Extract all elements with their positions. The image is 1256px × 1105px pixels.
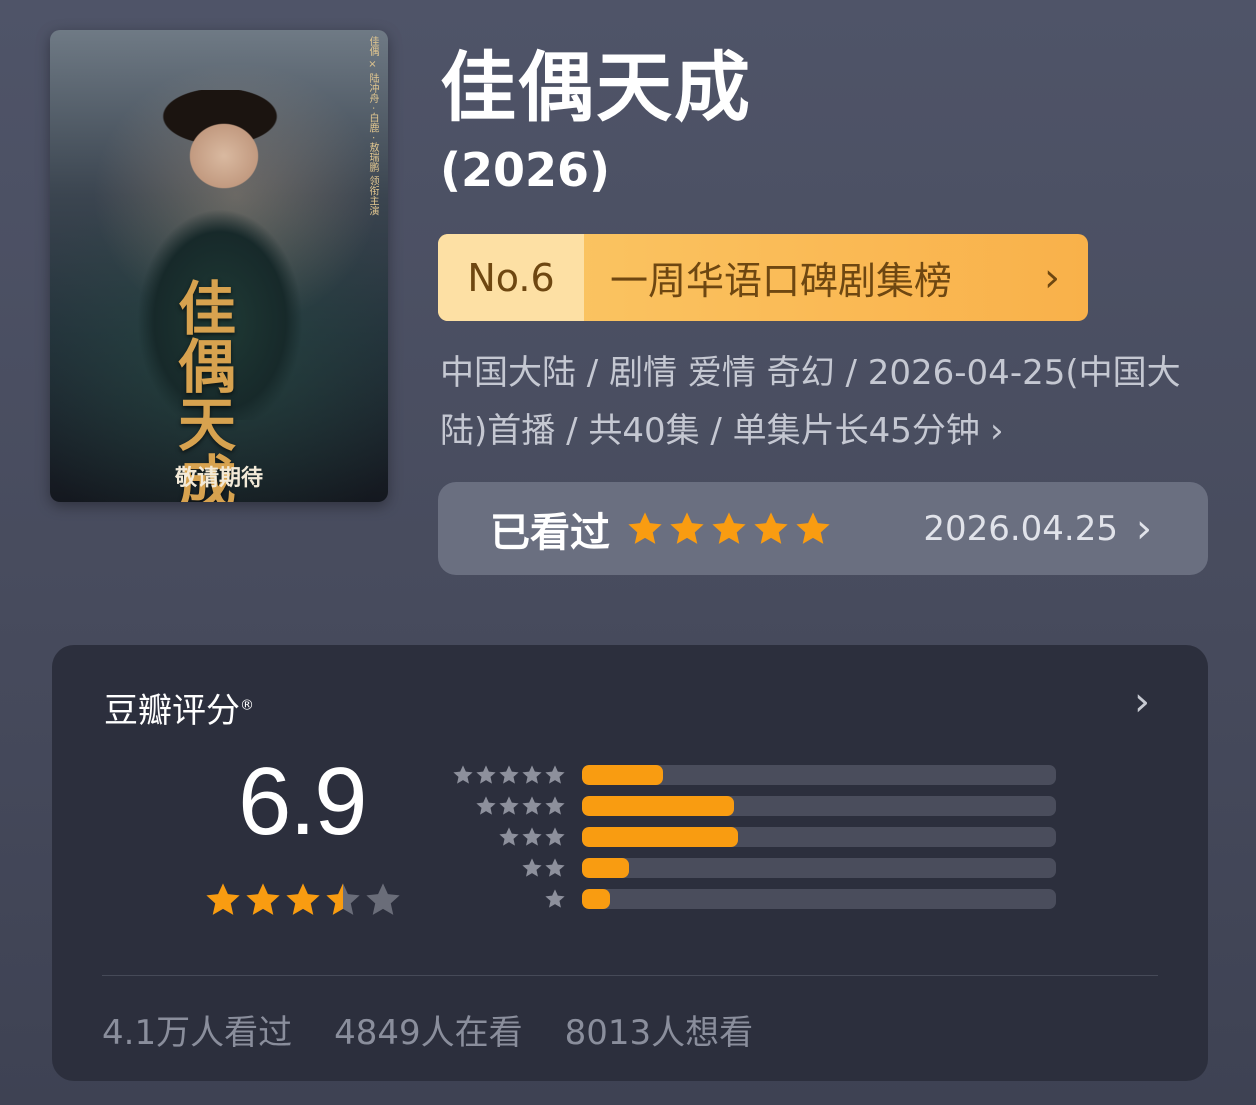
distribution-track — [582, 795, 1056, 816]
chevron-right-icon[interactable]: › — [1134, 679, 1150, 725]
distribution-stars — [446, 888, 566, 910]
user-rating-stars — [626, 510, 832, 548]
distribution-track — [582, 764, 1056, 785]
star-icon — [522, 857, 542, 877]
rating-heading-text: 豆瓣评分 — [104, 691, 240, 731]
rating-heading: 豆瓣评分® — [104, 683, 254, 732]
star-icon — [476, 764, 496, 784]
distribution-bar — [582, 795, 734, 816]
star-icon — [670, 511, 704, 544]
chevron-right-icon: › — [1044, 254, 1060, 301]
poster-slogan: 敬请期待 — [174, 466, 263, 491]
rank-number: No.6 — [438, 234, 584, 321]
distribution-row — [446, 821, 1056, 852]
star-icon — [499, 764, 519, 784]
rating-score: 6.9 — [238, 748, 367, 855]
release-year: (2026) — [440, 143, 611, 197]
distribution-track — [582, 826, 1056, 847]
star-icon — [246, 883, 280, 915]
rank-list-name: 一周华语口碑剧集榜 — [610, 259, 953, 303]
distribution-stars — [446, 826, 566, 848]
distribution-bar — [582, 857, 630, 878]
distribution-stars — [446, 764, 566, 786]
distribution-bar — [582, 888, 611, 909]
distribution-track — [582, 857, 1056, 878]
audience-stats: 4.1万人看过 4849人在看 8013人想看 — [102, 1005, 753, 1054]
stat-item[interactable]: 8013人想看 — [565, 1005, 754, 1054]
star-icon — [628, 511, 662, 544]
page-title: 佳偶天成 — [440, 43, 752, 132]
distribution-row — [446, 852, 1056, 883]
ranking-badge[interactable]: No.6 一周华语口碑剧集榜 › — [438, 234, 1088, 321]
poster-image[interactable]: 佳偶 × 陆冲舟 · 白鹿 · 敖瑞鹏 领衔主演 佳偶天成 敬请期待 — [50, 30, 388, 502]
star-icon — [545, 764, 565, 784]
star-icon — [522, 795, 542, 815]
star-icon — [366, 883, 400, 915]
star-icon — [545, 795, 565, 815]
star-icon — [522, 764, 542, 784]
star-icon — [545, 888, 565, 908]
watched-date: 2026.04.25 — [923, 508, 1118, 549]
star-icon — [326, 883, 360, 915]
poster-side-text: 佳偶 × 陆冲舟 · 白鹿 · 敖瑞鹏 领衔主演 — [367, 36, 378, 216]
distribution-stars — [446, 795, 566, 817]
star-icon — [545, 826, 565, 846]
chevron-right-icon: › — [1136, 505, 1152, 552]
star-icon — [499, 826, 519, 846]
stat-item[interactable]: 4849人在看 — [334, 1005, 523, 1054]
registered-mark: ® — [240, 697, 254, 714]
distribution-stars — [446, 857, 566, 879]
meta-text: 中国大陆 / 剧情 爱情 奇幻 / 2026-04-25(中国大陆)首播 / 共… — [440, 353, 1181, 451]
star-icon — [453, 764, 473, 784]
rating-distribution — [446, 759, 1056, 914]
douban-rating-card[interactable]: 豆瓣评分® › 6.9 4.1万人看过 4849人在看 8013人想看 — [52, 645, 1208, 1081]
star-icon — [499, 795, 519, 815]
star-icon — [754, 511, 788, 544]
distribution-bar — [582, 826, 739, 847]
meta-info[interactable]: 中国大陆 / 剧情 爱情 奇幻 / 2026-04-25(中国大陆)首播 / 共… — [440, 344, 1200, 460]
star-icon — [522, 826, 542, 846]
distribution-row — [446, 790, 1056, 821]
divider — [102, 975, 1158, 976]
distribution-row — [446, 883, 1056, 914]
star-icon — [206, 883, 240, 915]
chevron-right-icon: › — [989, 411, 1004, 451]
star-icon — [796, 511, 830, 544]
rating-score-stars — [204, 881, 402, 919]
distribution-track — [582, 888, 1056, 909]
star-icon — [712, 511, 746, 544]
star-icon — [286, 883, 320, 915]
star-icon — [545, 857, 565, 877]
distribution-bar — [582, 764, 663, 785]
watched-status-bar[interactable]: 已看过 2026.04.25 › — [438, 482, 1208, 575]
watched-label: 已看过 — [490, 509, 610, 556]
distribution-row — [446, 759, 1056, 790]
star-icon — [476, 795, 496, 815]
stat-item[interactable]: 4.1万人看过 — [102, 1005, 292, 1054]
